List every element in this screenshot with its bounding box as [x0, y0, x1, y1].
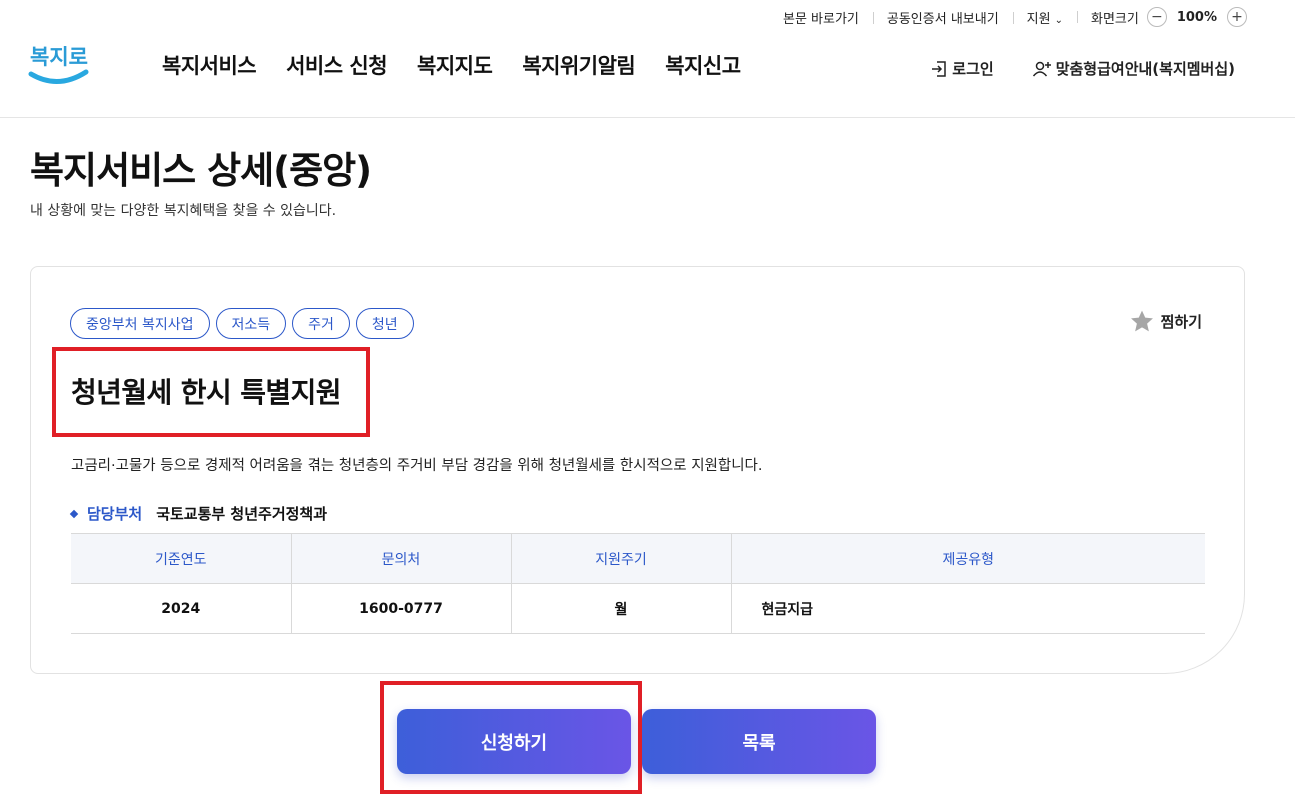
cell-contact: 1600-0777: [291, 583, 512, 634]
page-title: 복지서비스 상세(중앙): [30, 149, 372, 192]
membership-button[interactable]: 맞춤형급여안내(복지멤버십): [1032, 58, 1235, 79]
header-contact: 문의처: [291, 533, 512, 584]
nav-crisis-alert[interactable]: 복지위기알림: [522, 50, 635, 80]
list-button[interactable]: 목록: [642, 709, 876, 774]
user-add-icon: [1032, 61, 1051, 76]
cell-base-year: 2024: [71, 583, 292, 634]
chevron-down-icon: ⌄: [1054, 14, 1063, 26]
login-button[interactable]: 로그인: [930, 58, 994, 79]
service-tags: 중앙부처 복지사업 저소득 주거 청년: [70, 308, 414, 339]
svg-text:복지로: 복지로: [30, 45, 88, 69]
main-nav: 복지서비스 서비스 신청 복지지도 복지위기알림 복지신고: [162, 50, 741, 80]
star-icon: [1130, 310, 1153, 332]
cell-provision-type: 현금지급: [731, 583, 1205, 634]
department-label: 담당부처: [87, 505, 143, 523]
highlight-box-title: [52, 347, 370, 437]
login-icon: [932, 60, 947, 77]
header-actions: 로그인 맞춤형급여안내(복지멤버십): [930, 58, 1235, 79]
zoom-value: 100%: [1176, 9, 1217, 25]
zoom-out-button[interactable]: −: [1146, 7, 1167, 27]
region-label: 지원: [1026, 11, 1051, 27]
membership-label: 맞춤형급여안내(복지멤버십): [1055, 60, 1235, 78]
tag-low-income[interactable]: 저소득: [215, 308, 287, 339]
table-row: 2024 1600-0777 월 현금지급: [71, 583, 1205, 634]
highlight-box-apply: [380, 681, 642, 794]
favorite-label: 찜하기: [1160, 313, 1202, 331]
zoom-control: 화면크기 − 100% +: [1076, 7, 1247, 27]
service-info-table: 기준연도 문의처 지원주기 제공유형 2024 1600-0777 월 현금지급: [71, 533, 1205, 634]
header-support-cycle: 지원주기: [511, 533, 732, 584]
department-value: 국토교통부 청년주거정책과: [156, 505, 328, 523]
nav-welfare-services[interactable]: 복지서비스: [162, 50, 257, 80]
department-info: 담당부처 국토교통부 청년주거정책과: [69, 503, 328, 524]
region-dropdown[interactable]: 지원 ⌄: [1012, 8, 1077, 27]
site-header: 복지로 복지서비스 서비스 신청 복지지도 복지위기알림 복지신고 로그인 맞춤…: [0, 28, 1295, 118]
login-label: 로그인: [952, 60, 994, 78]
cert-export-link[interactable]: 공동인증서 내보내기: [872, 8, 1013, 27]
tag-youth[interactable]: 청년: [355, 308, 414, 339]
service-description: 고금리·고물가 등으로 경제적 어려움을 겪는 청년층의 주거비 부담 경감을 …: [71, 458, 763, 474]
skip-to-content-link[interactable]: 본문 바로가기: [769, 8, 873, 27]
tag-housing[interactable]: 주거: [292, 308, 350, 339]
cell-support-cycle: 월: [511, 583, 732, 634]
table-header-row: 기준연도 문의처 지원주기 제공유형: [71, 533, 1205, 584]
favorite-button[interactable]: 찜하기: [1129, 309, 1202, 334]
site-logo[interactable]: 복지로: [28, 34, 90, 90]
nav-service-application[interactable]: 서비스 신청: [286, 50, 387, 80]
tag-central-ministry[interactable]: 중앙부처 복지사업: [70, 308, 210, 339]
service-detail-card: 중앙부처 복지사업 저소득 주거 청년 찜하기 청년월세 한시 특별지원 고금리…: [30, 266, 1245, 674]
header-base-year: 기준연도: [71, 533, 292, 584]
zoom-label: 화면크기: [1090, 11, 1139, 27]
page-description: 내 상황에 맞는 다양한 복지혜택을 찾을 수 있습니다.: [30, 203, 337, 219]
nav-welfare-report[interactable]: 복지신고: [665, 50, 741, 80]
nav-welfare-map[interactable]: 복지지도: [417, 50, 493, 80]
utility-bar: 본문 바로가기 공동인증서 내보내기 지원 ⌄ 화면크기 − 100% +: [769, 6, 1247, 28]
diamond-bullet-icon: [69, 509, 79, 518]
header-provision-type: 제공유형: [731, 533, 1205, 584]
zoom-in-button[interactable]: +: [1227, 7, 1247, 27]
bokjiro-logo-icon: 복지로: [28, 45, 89, 84]
